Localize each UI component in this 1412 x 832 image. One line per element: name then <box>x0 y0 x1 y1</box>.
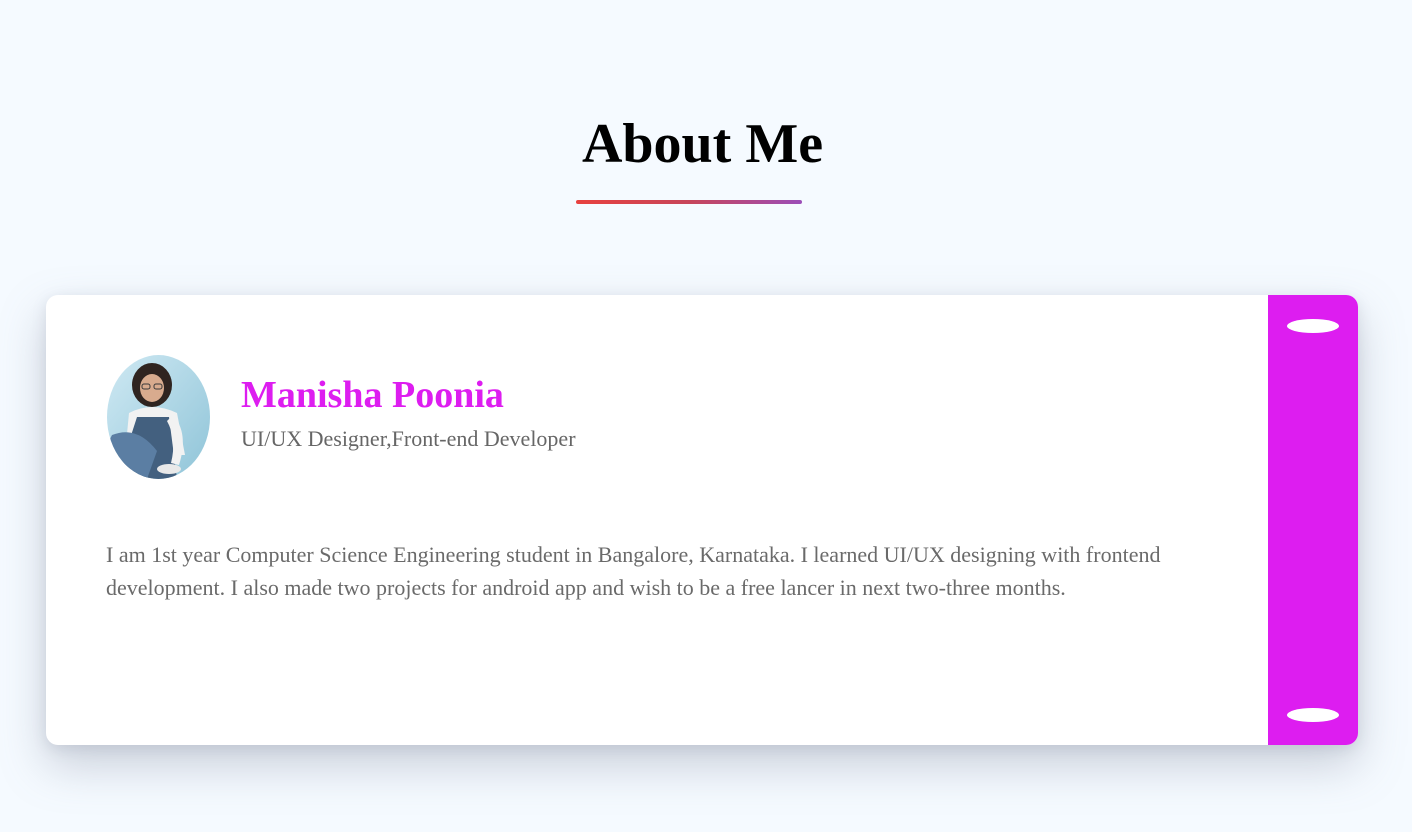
section-title: About Me <box>581 113 824 175</box>
binder-hole-bottom <box>1287 708 1339 722</box>
profile-photo-icon <box>107 355 210 479</box>
about-card: Manisha Poonia UI/UX Designer,Front-end … <box>46 295 1358 745</box>
profile-bio: I am 1st year Computer Science Engineeri… <box>106 542 1161 600</box>
title-underline <box>576 200 802 204</box>
side-binder-strip <box>1268 295 1358 745</box>
avatar <box>107 355 210 479</box>
profile-role: UI/UX Designer,Front-end Developer <box>241 426 576 451</box>
binder-hole-top <box>1287 319 1339 333</box>
profile-name: Manisha Poonia <box>241 374 504 416</box>
